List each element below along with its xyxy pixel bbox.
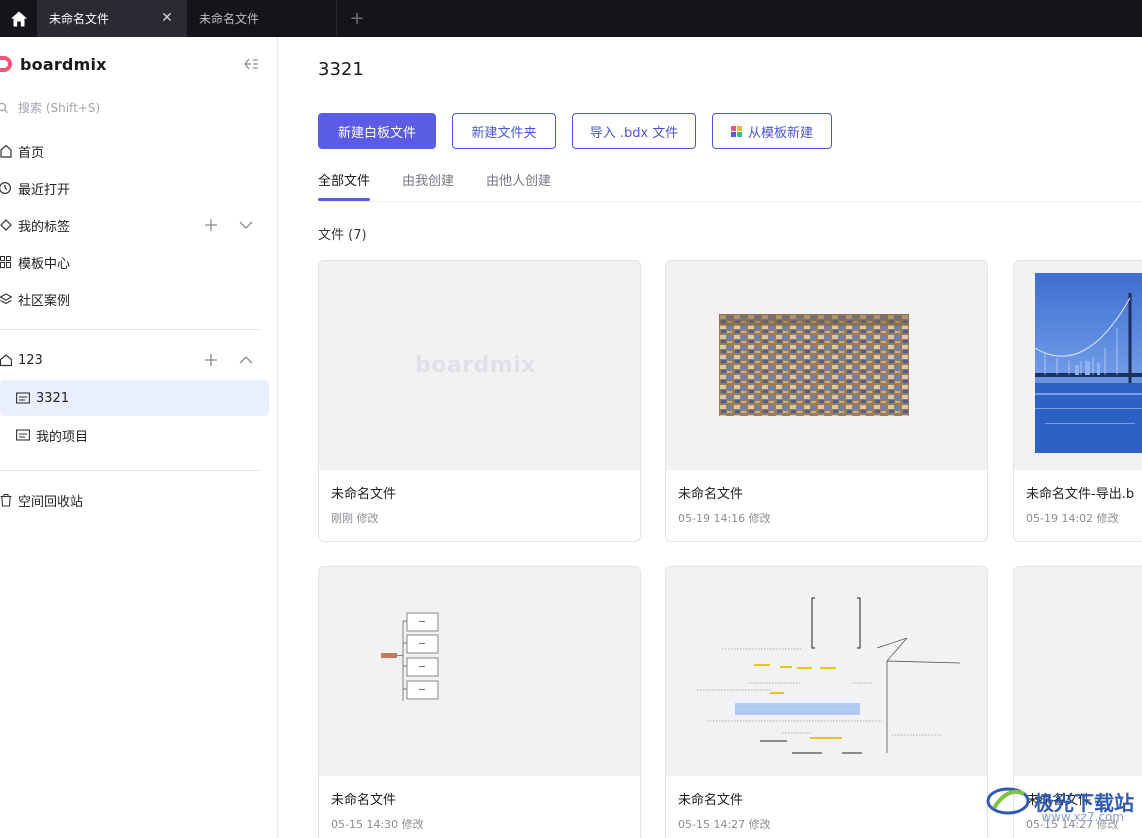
file-card[interactable]: 未命名文件 05-19 14:16 修改 xyxy=(665,260,988,542)
file-thumbnail: boardmix xyxy=(319,261,640,470)
tab-untitled-1[interactable]: 未命名文件 ✕ xyxy=(37,0,187,37)
sketch-thumbnail xyxy=(697,597,961,754)
file-name: 未命名文件-导出.b xyxy=(1026,487,1135,502)
file-name: 未命名文件 xyxy=(678,487,744,502)
tab-label: 未命名文件 xyxy=(199,12,260,26)
file-name: 未命名文件 xyxy=(678,793,744,808)
folder-icon xyxy=(16,429,30,441)
sidebar-item-label: 社区案例 xyxy=(18,293,71,309)
file-modified: 05-15 14:27 修改 xyxy=(1026,818,1119,831)
main-content: 3321 新建白板文件 新建文件夹 导入 .bdx 文件 从模板新建 全部文件 … xyxy=(279,37,1142,838)
tab-all-files[interactable]: 全部文件 xyxy=(318,170,371,201)
new-folder-button[interactable]: 新建文件夹 xyxy=(452,113,556,149)
home-icon xyxy=(0,144,12,158)
layers-icon xyxy=(0,293,12,305)
file-thumbnail xyxy=(666,261,987,470)
sidebar-item-label: 最近打开 xyxy=(18,182,71,198)
divider xyxy=(0,329,261,330)
folder-label: 我的项目 xyxy=(36,429,89,445)
sidebar-item-recent[interactable]: 最近打开 xyxy=(0,173,70,203)
from-template-button[interactable]: 从模板新建 xyxy=(712,113,832,149)
import-bdx-button[interactable]: 导入 .bdx 文件 xyxy=(572,113,696,149)
folder-label: 3321 xyxy=(36,390,70,406)
search-icon xyxy=(0,102,8,113)
file-card[interactable]: 未命名文件-导出.b 05-19 14:02 修改 xyxy=(1013,260,1142,542)
home-icon xyxy=(10,11,27,26)
sidebar-item-label: 空间回收站 xyxy=(18,494,84,510)
add-tab-button[interactable]: + xyxy=(337,0,377,37)
file-filter-tabs: 全部文件 由我创建 由他人创建 xyxy=(318,170,551,201)
sidebar-item-tags[interactable]: 我的标签 xyxy=(0,210,260,240)
folder-icon xyxy=(16,392,30,404)
sidebar-item-trash[interactable]: 空间回收站 xyxy=(0,485,83,515)
tabs-divider xyxy=(318,201,1142,202)
home-button[interactable] xyxy=(0,0,37,37)
grid-icon xyxy=(0,256,11,268)
file-count: 文件 (7) xyxy=(318,228,367,243)
tag-icon xyxy=(0,219,12,231)
file-card[interactable]: 未命名文件 05-15 14:27 修改 xyxy=(665,566,988,838)
search-placeholder: 搜索 (Shift+S) xyxy=(18,101,101,115)
file-card[interactable]: boardmix 未命名文件 刚刚 修改 xyxy=(318,260,641,542)
folder-item-my-projects[interactable]: 我的项目 xyxy=(0,417,269,453)
file-card[interactable]: 未命名文件 05-15 14:27 修改 xyxy=(1013,566,1142,838)
file-modified: 05-15 14:27 修改 xyxy=(678,818,771,831)
tab-created-by-me[interactable]: 由我创建 xyxy=(402,170,454,201)
file-name: 未命名文件 xyxy=(331,487,397,502)
divider xyxy=(0,470,261,471)
plus-icon: + xyxy=(349,8,365,29)
sidebar-item-community[interactable]: 社区案例 xyxy=(0,284,70,314)
close-icon[interactable]: ✕ xyxy=(158,9,176,27)
brand-logo[interactable]: boardmix xyxy=(0,54,107,74)
team-label: 123 xyxy=(18,352,43,368)
boardmix-logo-icon xyxy=(0,56,12,72)
trash-icon xyxy=(0,493,12,507)
logo-text: boardmix xyxy=(20,54,107,74)
file-modified: 05-19 14:16 修改 xyxy=(678,512,771,525)
chevron-up-icon[interactable] xyxy=(238,353,254,367)
thumbnail-logo-text: boardmix xyxy=(415,353,536,378)
sidebar-item-label: 首页 xyxy=(18,145,45,161)
clock-icon xyxy=(0,182,11,194)
collapse-sidebar-icon[interactable] xyxy=(242,55,260,73)
sidebar-team-123[interactable]: 123 xyxy=(0,345,260,375)
sidebar-item-label: 模板中心 xyxy=(18,256,71,272)
sidebar: boardmix 搜索 (Shift+S) 首页 最近打开 我的标签 模板中心 … xyxy=(0,37,278,838)
folder-item-3321[interactable]: 3321 xyxy=(0,380,269,416)
file-modified: 05-19 14:02 修改 xyxy=(1026,512,1119,525)
file-name: 未命名文件 xyxy=(331,793,397,808)
sidebar-item-templates[interactable]: 模板中心 xyxy=(0,247,70,277)
file-thumbnail xyxy=(666,567,987,776)
from-template-label: 从模板新建 xyxy=(747,125,813,141)
tab-label: 未命名文件 xyxy=(49,12,110,26)
mindmap-thumbnail xyxy=(381,612,439,701)
file-thumbnail xyxy=(319,567,640,776)
file-card[interactable]: 未命名文件 05-15 14:30 修改 xyxy=(318,566,641,838)
template-icon xyxy=(730,125,742,137)
page-title: 3321 xyxy=(318,59,364,80)
tab-created-by-others[interactable]: 由他人创建 xyxy=(486,170,551,201)
file-modified: 05-15 14:30 修改 xyxy=(331,818,424,831)
title-tab-bar: 未命名文件 ✕ 未命名文件 + xyxy=(0,0,1142,37)
file-thumbnail xyxy=(1014,567,1142,776)
new-board-button[interactable]: 新建白板文件 xyxy=(318,113,436,149)
chevron-down-icon[interactable] xyxy=(238,218,254,232)
file-name: 未命名文件 xyxy=(1026,793,1092,808)
city-photo-thumbnail xyxy=(719,314,909,416)
sidebar-item-home[interactable]: 首页 xyxy=(0,136,44,166)
file-thumbnail xyxy=(1014,261,1142,470)
plus-icon[interactable] xyxy=(204,218,218,232)
sidebar-item-label: 我的标签 xyxy=(18,219,71,235)
bridge-photo-thumbnail xyxy=(1035,273,1142,453)
search-input[interactable]: 搜索 (Shift+S) xyxy=(0,99,100,116)
file-modified: 刚刚 修改 xyxy=(331,512,379,525)
plus-icon[interactable] xyxy=(204,353,218,367)
house-icon xyxy=(0,354,12,367)
tab-untitled-2[interactable]: 未命名文件 xyxy=(187,0,337,37)
